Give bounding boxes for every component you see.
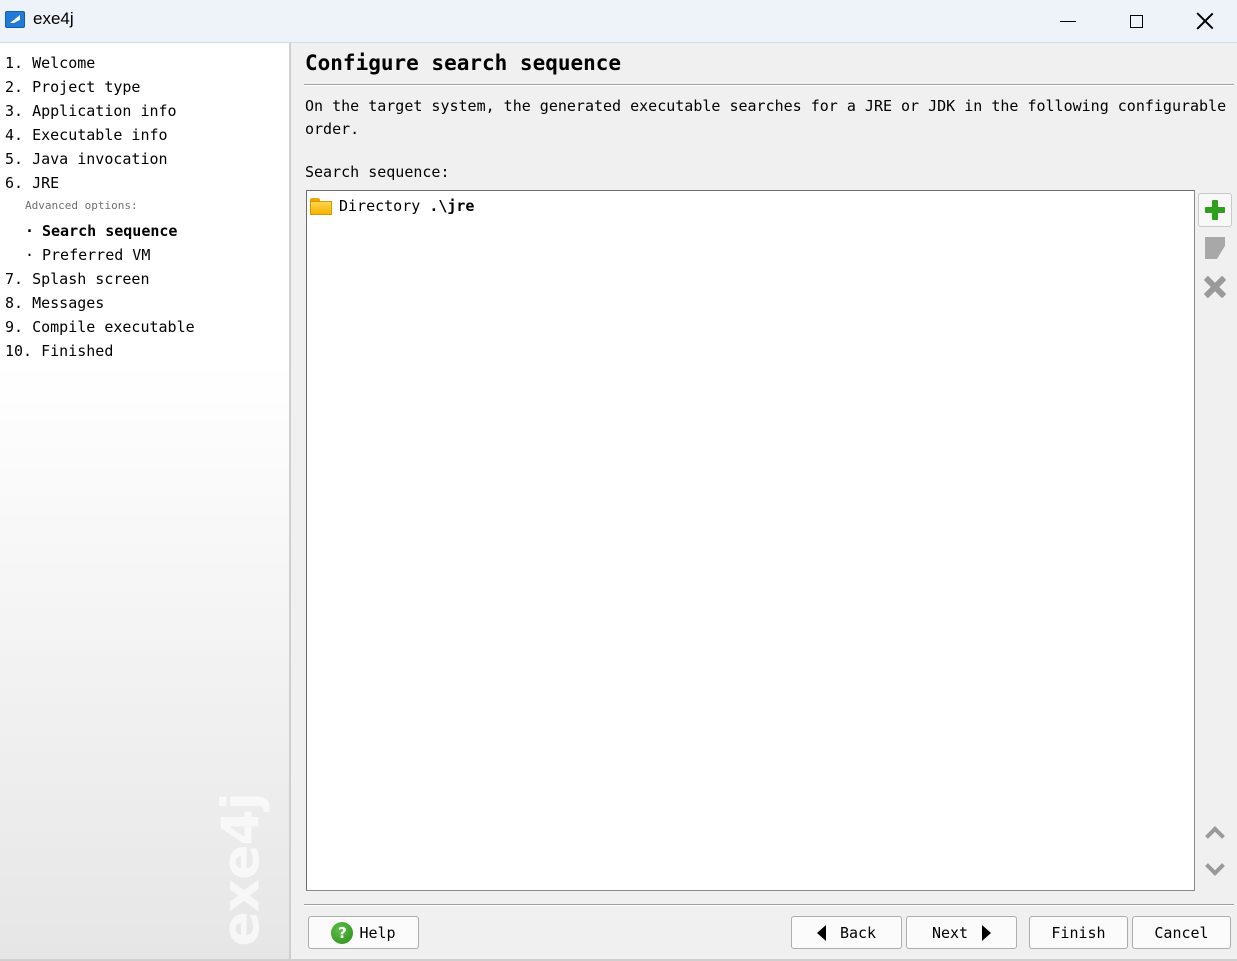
close-icon bbox=[1196, 12, 1214, 30]
wizard-step-sidebar: 1. Welcome 2. Project type 3. Applicatio… bbox=[0, 43, 291, 959]
edit-icon bbox=[1205, 237, 1225, 259]
folder-icon bbox=[309, 197, 333, 215]
edit-entry-button[interactable] bbox=[1198, 231, 1232, 265]
exe4j-app-icon bbox=[5, 11, 25, 28]
help-label: Help bbox=[359, 923, 396, 942]
title-divider bbox=[304, 84, 1234, 86]
move-up-button[interactable] bbox=[1198, 815, 1232, 849]
search-sequence-label: Search sequence: bbox=[305, 163, 450, 181]
step-messages[interactable]: 8. Messages bbox=[5, 293, 104, 313]
advanced-options-label: Advanced options: bbox=[25, 199, 138, 212]
step-project-type[interactable]: 2. Project type bbox=[5, 77, 140, 97]
title-bar: exe4j bbox=[0, 0, 1237, 43]
main-panel: Configure search sequence On the target … bbox=[292, 43, 1237, 961]
search-sequence-list[interactable]: Directory .\jre bbox=[306, 190, 1195, 891]
back-label: Back bbox=[839, 923, 877, 942]
entry-type: Directory bbox=[339, 197, 430, 215]
finish-label: Finish bbox=[1051, 923, 1106, 942]
finish-button[interactable]: Finish bbox=[1029, 916, 1128, 949]
watermark-text: exe4j bbox=[211, 793, 272, 947]
move-down-icon bbox=[1205, 856, 1225, 876]
step-application-info[interactable]: 3. Application info bbox=[5, 101, 177, 121]
exe4j-watermark-logo: exe4j bbox=[211, 788, 275, 948]
bullet: · bbox=[25, 246, 35, 264]
step-search-sequence[interactable]: · Search sequence bbox=[25, 221, 177, 241]
step-search-sequence-label: Search sequence bbox=[42, 222, 178, 240]
next-button[interactable]: Next bbox=[906, 916, 1017, 949]
move-up-icon bbox=[1205, 826, 1225, 846]
step-welcome[interactable]: 1. Welcome bbox=[5, 53, 95, 73]
step-java-invocation[interactable]: 5. Java invocation bbox=[5, 149, 168, 169]
footer-divider bbox=[304, 904, 1234, 906]
cancel-label: Cancel bbox=[1154, 923, 1209, 942]
delete-icon bbox=[1203, 275, 1227, 299]
page-description: On the target system, the generated exec… bbox=[305, 97, 1227, 138]
entry-path: .\jre bbox=[429, 197, 475, 215]
cancel-button[interactable]: Cancel bbox=[1132, 916, 1231, 949]
maximize-icon bbox=[1129, 14, 1143, 28]
arrow-left-icon bbox=[816, 924, 826, 941]
window-title: exe4j bbox=[33, 9, 74, 28]
step-finished[interactable]: 10. Finished bbox=[5, 341, 113, 361]
back-button[interactable]: Back bbox=[791, 916, 902, 949]
delete-entry-button[interactable] bbox=[1198, 270, 1232, 304]
close-button[interactable] bbox=[1170, 0, 1237, 42]
step-jre[interactable]: 6. JRE bbox=[5, 173, 59, 193]
minimize-button[interactable] bbox=[1033, 0, 1103, 42]
move-down-button[interactable] bbox=[1198, 853, 1232, 887]
help-icon: ? bbox=[331, 921, 354, 944]
step-compile-executable[interactable]: 9. Compile executable bbox=[5, 317, 195, 337]
list-item[interactable]: Directory .\jre bbox=[309, 195, 474, 217]
minimize-icon bbox=[1060, 20, 1076, 22]
step-preferred-vm[interactable]: · Preferred VM bbox=[25, 245, 150, 265]
help-button[interactable]: ? Help bbox=[308, 916, 419, 949]
step-executable-info[interactable]: 4. Executable info bbox=[5, 125, 168, 145]
next-label: Next bbox=[931, 923, 969, 942]
arrow-right-icon bbox=[982, 924, 992, 941]
step-splash-screen[interactable]: 7. Splash screen bbox=[5, 269, 150, 289]
bullet: · bbox=[25, 222, 35, 240]
maximize-button[interactable] bbox=[1101, 0, 1171, 42]
add-icon bbox=[1205, 200, 1225, 220]
step-preferred-vm-label: Preferred VM bbox=[42, 246, 151, 264]
page-title: Configure search sequence bbox=[305, 51, 622, 75]
add-entry-button[interactable] bbox=[1198, 193, 1232, 227]
